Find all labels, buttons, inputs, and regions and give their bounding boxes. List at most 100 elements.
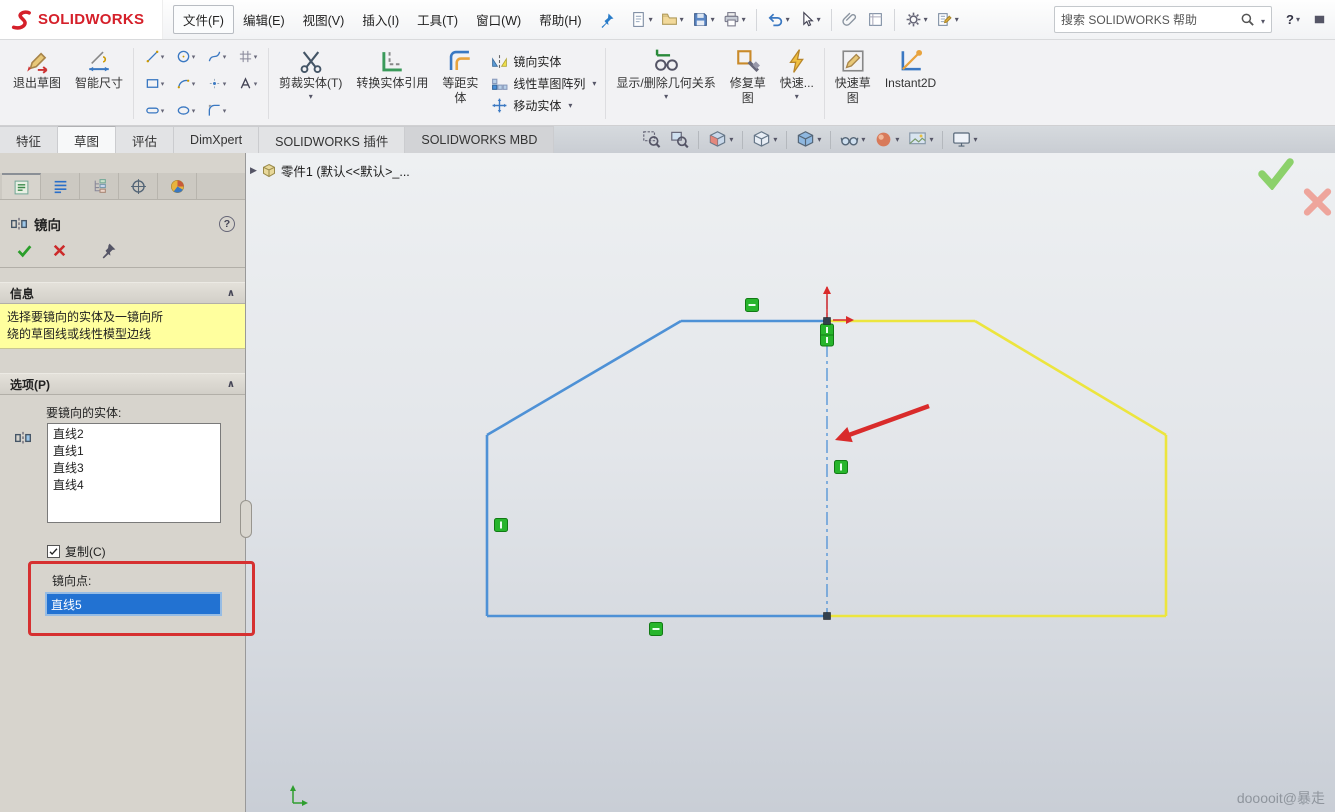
fillet-tool-button[interactable] bbox=[201, 97, 232, 124]
menu-view[interactable]: 视图(V) bbox=[294, 6, 354, 33]
list-item[interactable]: 直线1 bbox=[48, 443, 220, 460]
pin-menu-icon[interactable] bbox=[599, 12, 615, 28]
linear-pattern-button[interactable]: 线性草图阵列 bbox=[491, 75, 596, 92]
instant2d-button[interactable]: Instant2D bbox=[878, 42, 943, 125]
hide-show-items-button[interactable] bbox=[840, 130, 865, 149]
menu-window[interactable]: 窗口(W) bbox=[467, 6, 530, 33]
info-group-header[interactable]: 信息 ∧ bbox=[0, 282, 245, 304]
rectangle-tool-button[interactable] bbox=[139, 70, 170, 97]
circle-tool-button[interactable] bbox=[170, 43, 201, 70]
ok-button[interactable] bbox=[16, 242, 33, 259]
quick-access-toolbar bbox=[627, 9, 962, 31]
view-orientation-button[interactable] bbox=[752, 130, 777, 149]
tab-display-manager[interactable] bbox=[158, 173, 197, 199]
window-control-icon[interactable] bbox=[1312, 12, 1327, 27]
tab-sketch[interactable]: 草图 bbox=[58, 126, 116, 153]
tab-solidworks-mbd[interactable]: SOLIDWORKS MBD bbox=[405, 126, 554, 153]
move-entities-button[interactable]: 移动实体 bbox=[491, 97, 596, 114]
attach-button[interactable] bbox=[839, 9, 862, 30]
tab-dimxpert-manager[interactable] bbox=[119, 173, 158, 199]
empty-cell bbox=[232, 97, 263, 124]
section-view-button[interactable] bbox=[708, 130, 733, 149]
save-button[interactable] bbox=[689, 9, 718, 30]
undo-button[interactable] bbox=[764, 9, 793, 30]
text-tool-button[interactable] bbox=[232, 70, 263, 97]
tab-feature-manager[interactable] bbox=[41, 173, 80, 199]
task-pane-button[interactable] bbox=[933, 9, 962, 30]
trim-entities-button[interactable]: 剪裁实体(T) bbox=[272, 42, 349, 125]
list-item[interactable]: 直线2 bbox=[48, 426, 220, 443]
new-document-button[interactable] bbox=[627, 9, 656, 30]
apply-scene-button[interactable] bbox=[908, 130, 933, 149]
menu-tools[interactable]: 工具(T) bbox=[408, 6, 467, 33]
options-group-header[interactable]: 选项(P) ∧ bbox=[0, 373, 245, 395]
heads-up-view-toolbar bbox=[554, 126, 1335, 153]
point-tool-button[interactable] bbox=[201, 70, 232, 97]
repair-sketch-button[interactable]: 修复草 图 bbox=[723, 42, 773, 125]
keep-visible-pin-icon[interactable] bbox=[100, 242, 117, 259]
mirror-entities-button[interactable]: 镜向实体 bbox=[491, 53, 596, 70]
rapid-sketch-button[interactable]: 快速草 图 bbox=[828, 42, 878, 125]
copy-option[interactable]: 复制(C) bbox=[47, 543, 245, 559]
linear-pattern-icon bbox=[491, 75, 508, 92]
mirror-point-input[interactable] bbox=[45, 592, 222, 616]
menu-insert[interactable]: 插入(I) bbox=[353, 6, 408, 33]
tab-evaluate[interactable]: 评估 bbox=[116, 126, 174, 153]
search-dropdown-icon[interactable] bbox=[1259, 13, 1265, 27]
feature-tree-root[interactable]: ▶ 零件1 (默认<<默认>_... bbox=[250, 161, 410, 180]
display-relations-button[interactable]: 显示/删除几何关系 bbox=[609, 42, 722, 125]
arc-tool-button[interactable] bbox=[170, 70, 201, 97]
display-style-button[interactable] bbox=[796, 130, 821, 149]
menu-help[interactable]: 帮助(H) bbox=[530, 6, 590, 33]
search-bar[interactable] bbox=[1054, 6, 1272, 33]
cancel-button[interactable] bbox=[51, 242, 68, 259]
search-icon[interactable] bbox=[1240, 12, 1255, 27]
tab-features[interactable]: 特征 bbox=[0, 126, 58, 153]
app-logo: SOLIDWORKS bbox=[0, 0, 163, 39]
list-item[interactable]: 直线3 bbox=[48, 460, 220, 477]
tab-dimxpert[interactable]: DimXpert bbox=[174, 126, 259, 153]
spline-tool-button[interactable] bbox=[201, 43, 232, 70]
smart-dimension-button[interactable]: 智能尺寸 bbox=[68, 42, 130, 125]
pm-title: 镜向 bbox=[34, 214, 61, 234]
sheet-button[interactable] bbox=[864, 9, 887, 30]
pm-help-button[interactable]: ? bbox=[219, 216, 235, 232]
convert-entities-button[interactable]: 转换实体引用 bbox=[349, 42, 435, 125]
options-button[interactable] bbox=[902, 9, 931, 30]
print-button[interactable] bbox=[720, 9, 749, 30]
view-settings-button[interactable] bbox=[952, 130, 977, 149]
search-input[interactable] bbox=[1061, 13, 1236, 27]
feature-manager-icon bbox=[52, 178, 69, 195]
tab-property-manager[interactable] bbox=[2, 173, 41, 199]
entities-to-mirror-list[interactable]: 直线2 直线1 直线3 直线4 bbox=[47, 423, 221, 523]
edit-appearance-button[interactable] bbox=[874, 130, 899, 149]
line-tool-button[interactable] bbox=[139, 43, 170, 70]
slot-tool-button[interactable] bbox=[139, 97, 170, 124]
confirm-ok-icon[interactable] bbox=[1257, 156, 1295, 190]
menu-edit[interactable]: 编辑(E) bbox=[234, 6, 294, 33]
list-item[interactable]: 直线4 bbox=[48, 477, 220, 494]
tree-expander-icon[interactable]: ▶ bbox=[250, 165, 257, 176]
pattern-tool-button[interactable] bbox=[232, 43, 263, 70]
graphics-area[interactable]: ▶ 零件1 (默认<<默认>_... dooooit@暴走 bbox=[246, 153, 1335, 812]
open-button[interactable] bbox=[658, 9, 687, 30]
sketch-canvas[interactable] bbox=[246, 153, 1335, 812]
exit-sketch-button[interactable]: 退出草图 bbox=[6, 42, 68, 125]
panel-splitter-handle[interactable] bbox=[240, 500, 252, 538]
offset-entities-button[interactable]: 等距实 体 bbox=[435, 42, 485, 125]
mirror-entities-icon bbox=[491, 53, 508, 70]
select-button[interactable] bbox=[795, 9, 824, 30]
copy-checkbox[interactable] bbox=[47, 545, 60, 558]
menu-file[interactable]: 文件(F) bbox=[173, 5, 234, 34]
gear-icon bbox=[905, 11, 922, 28]
zoom-area-button[interactable] bbox=[670, 130, 689, 149]
quick-snaps-button[interactable]: 快速... bbox=[773, 42, 821, 125]
zoom-fit-button[interactable] bbox=[642, 130, 661, 149]
pm-header: 镜向 ? bbox=[0, 210, 245, 238]
tab-solidworks-addins[interactable]: SOLIDWORKS 插件 bbox=[259, 126, 405, 153]
ellipse-tool-button[interactable] bbox=[170, 97, 201, 124]
manager-tabs bbox=[0, 173, 245, 200]
tab-configuration-manager[interactable] bbox=[80, 173, 119, 199]
confirm-cancel-icon[interactable] bbox=[1301, 186, 1334, 218]
help-button[interactable]: ? bbox=[1286, 12, 1300, 27]
